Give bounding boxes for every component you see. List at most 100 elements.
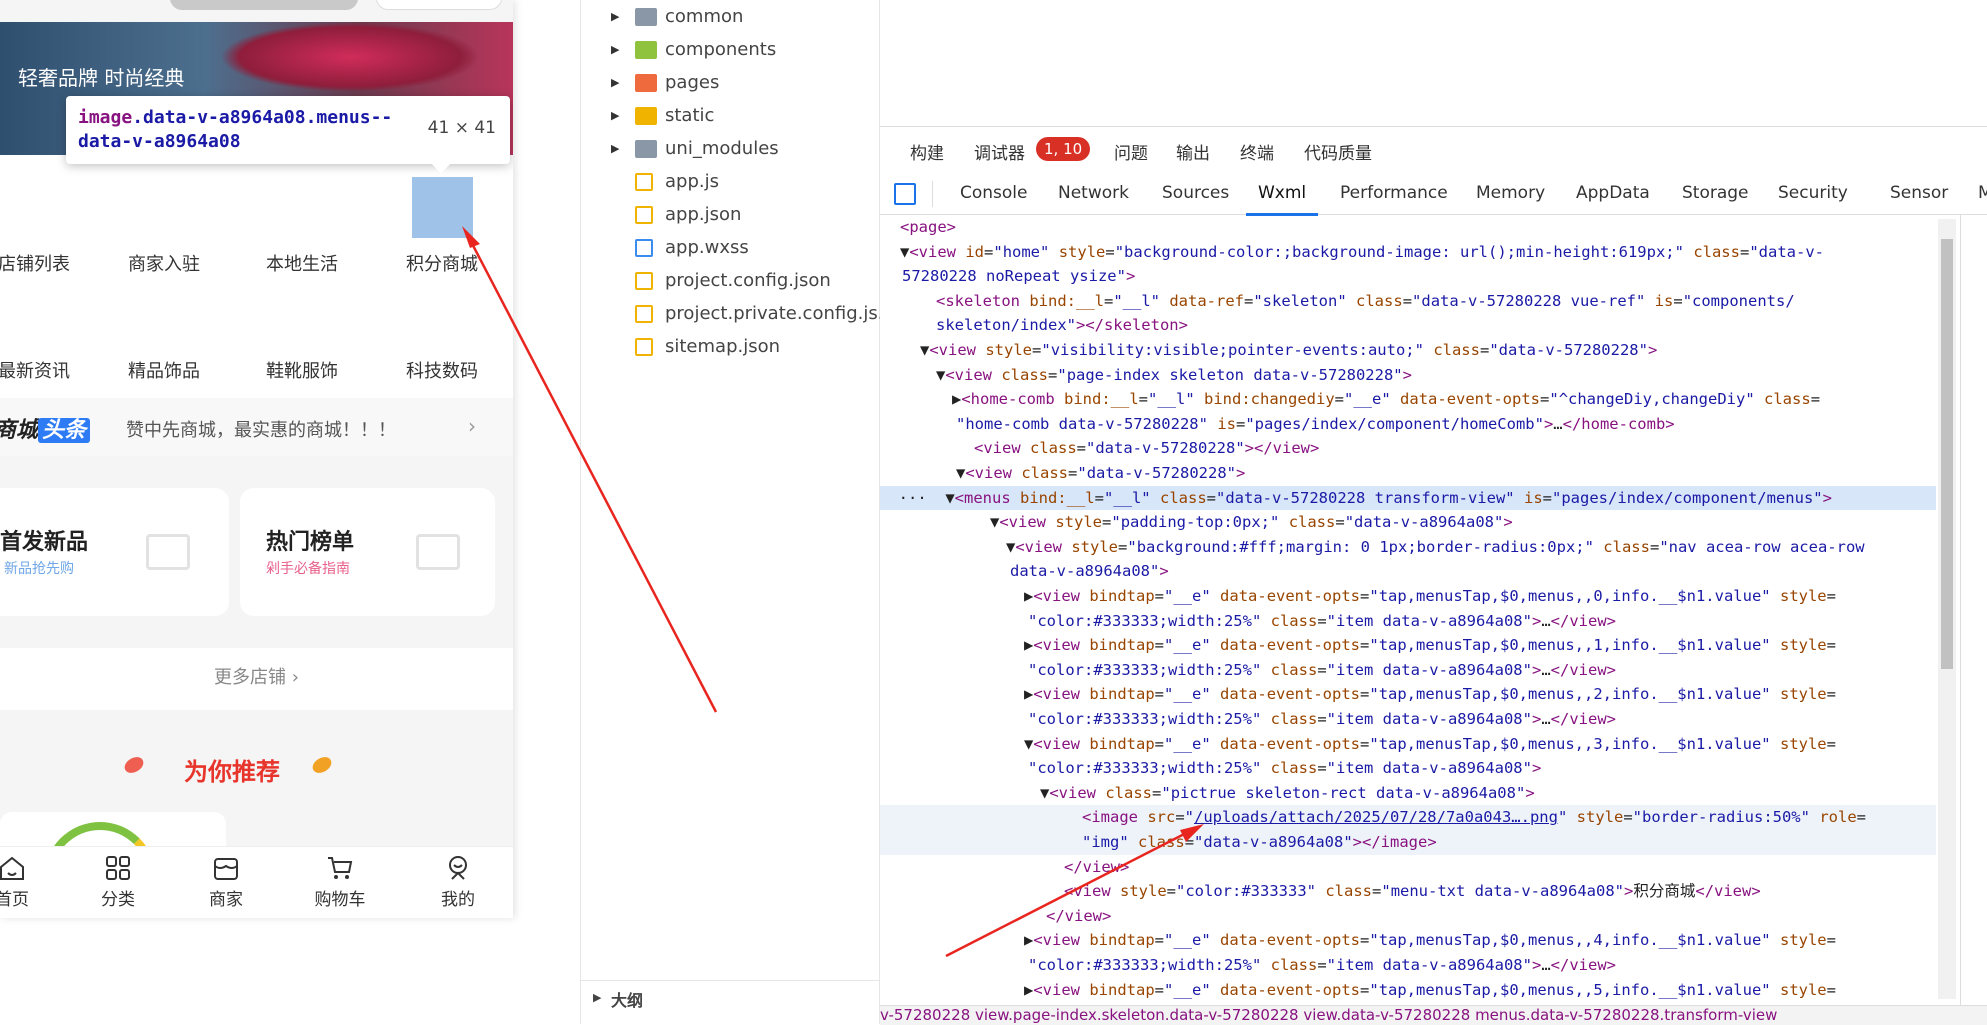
caret-right-icon[interactable]: ▶ xyxy=(611,10,619,23)
tab-issues[interactable]: 问题 xyxy=(1114,139,1148,164)
folder-icon xyxy=(635,107,657,125)
caret-right-icon[interactable]: ▶ xyxy=(611,43,619,56)
file-tree-item[interactable]: project.private.config.js... xyxy=(581,299,895,332)
devtools-panel: 构建 调试器 1, 10 问题 输出 终端 代码质量 Console Netwo… xyxy=(880,126,1987,1025)
file-name: project.config.json xyxy=(665,270,831,291)
error-badge: 1, 10 xyxy=(1036,137,1091,161)
card-hot-rankings[interactable]: 热门榜单 剁手必备指南 xyxy=(240,488,495,616)
caret-right-icon[interactable]: ▶ xyxy=(611,109,619,122)
file-explorer: ▶ common ▶ components ▶ pages ▶ static ▶ uni_modu… xyxy=(580,0,895,1024)
menu-item-merchant-join[interactable]: 商家入驻 xyxy=(100,250,228,276)
card-title: 热门榜单 xyxy=(266,530,355,555)
tab-merchant[interactable]: 商家 xyxy=(186,855,266,910)
code-line[interactable]: ▶<view bindtap="__e" data-event-opts="ta… xyxy=(880,928,1936,953)
tab-network[interactable]: Network xyxy=(1058,183,1129,203)
menu-item-shoes-clothing[interactable]: 鞋靴服饰 xyxy=(238,357,366,383)
file-tree-item[interactable]: project.config.json xyxy=(581,266,881,299)
tab-sensor[interactable]: Sensor xyxy=(1890,183,1948,203)
code-line[interactable]: ▼<view style="visibility:visible;pointer… xyxy=(880,338,1936,363)
tab-category[interactable]: 分类 xyxy=(78,855,158,910)
tab-appdata[interactable]: AppData xyxy=(1576,183,1650,203)
menu-item-news[interactable]: 最新资讯 xyxy=(0,357,98,383)
tab-console[interactable]: Console xyxy=(960,183,1028,203)
file-tree-item[interactable]: ▶ static xyxy=(581,101,881,134)
tab-debugger[interactable]: 调试器 xyxy=(974,139,1025,164)
inspect-element-icon[interactable] xyxy=(894,183,916,205)
tab-home[interactable]: 首页 xyxy=(0,855,52,910)
tab-label: 商家 xyxy=(209,890,243,910)
code-line[interactable]: ▶<view bindtap="__e" data-event-opts="ta… xyxy=(880,633,1936,658)
search-bar[interactable] xyxy=(170,0,358,10)
file-icon xyxy=(635,173,653,191)
image-placeholder-icon xyxy=(416,534,460,570)
tab-wxml[interactable]: Wxml xyxy=(1258,183,1306,203)
menu-item-accessories[interactable]: 精品饰品 xyxy=(100,357,228,383)
inspect-tooltip: image.data-v-a8964a08.menus--data-v-a896… xyxy=(66,96,510,164)
code-line[interactable]: <view style="color:#333333" class="menu-… xyxy=(880,879,1936,904)
file-icon xyxy=(635,338,653,356)
tab-mine[interactable]: 我的 xyxy=(418,855,498,910)
code-line: "color:#333333;width:25%" class="item da… xyxy=(1028,660,1616,679)
tab-more[interactable]: M xyxy=(1978,183,1987,203)
news-logo: 商城头条 xyxy=(0,412,91,444)
file-tree-item[interactable]: app.js xyxy=(581,167,881,200)
file-tree-item[interactable]: app.wxss xyxy=(581,233,881,266)
code-line[interactable]: ▼<view class="data-v-57280228"> xyxy=(880,461,1936,486)
tab-storage[interactable]: Storage xyxy=(1682,183,1749,203)
code-line[interactable]: ▼<view style="background:#fff;margin: 0 … xyxy=(880,535,1936,560)
tab-output[interactable]: 输出 xyxy=(1176,139,1210,164)
code-line[interactable]: <skeleton bind:__l="__l" data-ref="skele… xyxy=(880,289,1936,314)
code-line[interactable]: ▼<view bindtap="__e" data-event-opts="ta… xyxy=(880,732,1936,757)
file-tree-item[interactable]: ▶ common xyxy=(581,2,881,35)
tab-sources[interactable]: Sources xyxy=(1162,183,1229,203)
tab-cart[interactable]: 购物车 xyxy=(300,855,380,910)
tab-code-quality[interactable]: 代码质量 xyxy=(1304,139,1372,164)
file-tree-item[interactable]: app.json xyxy=(581,200,881,233)
caret-right-icon[interactable]: ▶ xyxy=(611,76,619,89)
outline-panel[interactable]: ▶ 大纲 xyxy=(581,980,881,1020)
code-line[interactable]: ▶<home-comb bind:__l="__l" bind:changedi… xyxy=(880,387,1936,412)
code-line[interactable]: ▼<view class="pictrue skeleton-rect data… xyxy=(880,781,1936,806)
tab-build[interactable]: 构建 xyxy=(910,139,944,164)
menu-item-local-life[interactable]: 本地生活 xyxy=(238,250,366,276)
styles-pane[interactable] xyxy=(1960,215,1987,1005)
menu-item-tech-digital[interactable]: 科技数码 xyxy=(378,357,506,383)
capsule-button[interactable] xyxy=(376,0,502,10)
code-line[interactable]: <view class="data-v-57280228"></view> xyxy=(880,436,1936,461)
file-tree-item[interactable]: sitemap.json xyxy=(581,332,881,365)
tab-memory[interactable]: Memory xyxy=(1476,183,1545,203)
decor-dot xyxy=(121,753,147,777)
recommend-title: 为你推荐 xyxy=(184,758,280,786)
menu-item-shop-list[interactable]: 店铺列表 xyxy=(0,250,98,276)
tab-terminal[interactable]: 终端 xyxy=(1240,139,1274,164)
code-line: "color:#333333;width:25%" class="item da… xyxy=(1028,710,1616,728)
code-line[interactable]: ▶<view bindtap="__e" data-event-opts="ta… xyxy=(880,978,1936,1003)
code-line[interactable]: ▼<view style="padding-top:0px;" class="d… xyxy=(880,510,1936,535)
code-line-selected[interactable]: ··· ▼<menus bind:__l="__l" class="data-v… xyxy=(880,485,1936,511)
more-shops-link[interactable]: 更多店铺 › xyxy=(0,648,513,710)
vertical-scrollbar[interactable] xyxy=(1938,219,1956,999)
banner-image xyxy=(220,22,480,92)
code-line[interactable]: ▶<view bindtap="__e" data-event-opts="ta… xyxy=(880,584,1936,609)
tab-security[interactable]: Security xyxy=(1778,183,1848,203)
code-line: "home-comb data-v-57280228" is="pages/in… xyxy=(956,414,1675,433)
code-line[interactable]: ▼<view id="home" style="background-color… xyxy=(880,240,1936,265)
file-name: app.json xyxy=(665,204,742,225)
code-line[interactable]: <page> xyxy=(880,215,1936,240)
code-line[interactable]: ▶<view bindtap="__e" data-event-opts="ta… xyxy=(880,682,1936,707)
file-name: sitemap.json xyxy=(665,336,781,357)
tab-performance[interactable]: Performance xyxy=(1340,183,1448,203)
caret-right-icon[interactable]: ▶ xyxy=(611,142,619,155)
card-new-arrivals[interactable]: 首发新品 新品抢先购 xyxy=(0,488,229,616)
code-line-hovered[interactable]: <image src="/uploads/attach/2025/07/28/7… xyxy=(880,805,1936,830)
devtools-tabs: Console Network Sources Wxml Performance… xyxy=(880,173,1987,216)
menu-item-points-mall[interactable]: 积分商城 xyxy=(378,250,506,276)
code-line[interactable]: ▼<view class="page-index skeleton data-v… xyxy=(880,363,1936,388)
breadcrumb[interactable]: v-57280228 view.page-index.skeleton.data… xyxy=(880,1005,1987,1025)
news-ticker[interactable]: 商城头条 赞中先商城，最实惠的商城！！！ › xyxy=(0,398,513,456)
file-tree-item[interactable]: ▶ uni_modules xyxy=(581,134,881,167)
caret-right-icon: ▶ xyxy=(593,991,602,1004)
scroll-thumb[interactable] xyxy=(1941,239,1953,669)
file-tree-item[interactable]: ▶ pages xyxy=(581,68,881,101)
file-tree-item[interactable]: ▶ components xyxy=(581,35,881,68)
